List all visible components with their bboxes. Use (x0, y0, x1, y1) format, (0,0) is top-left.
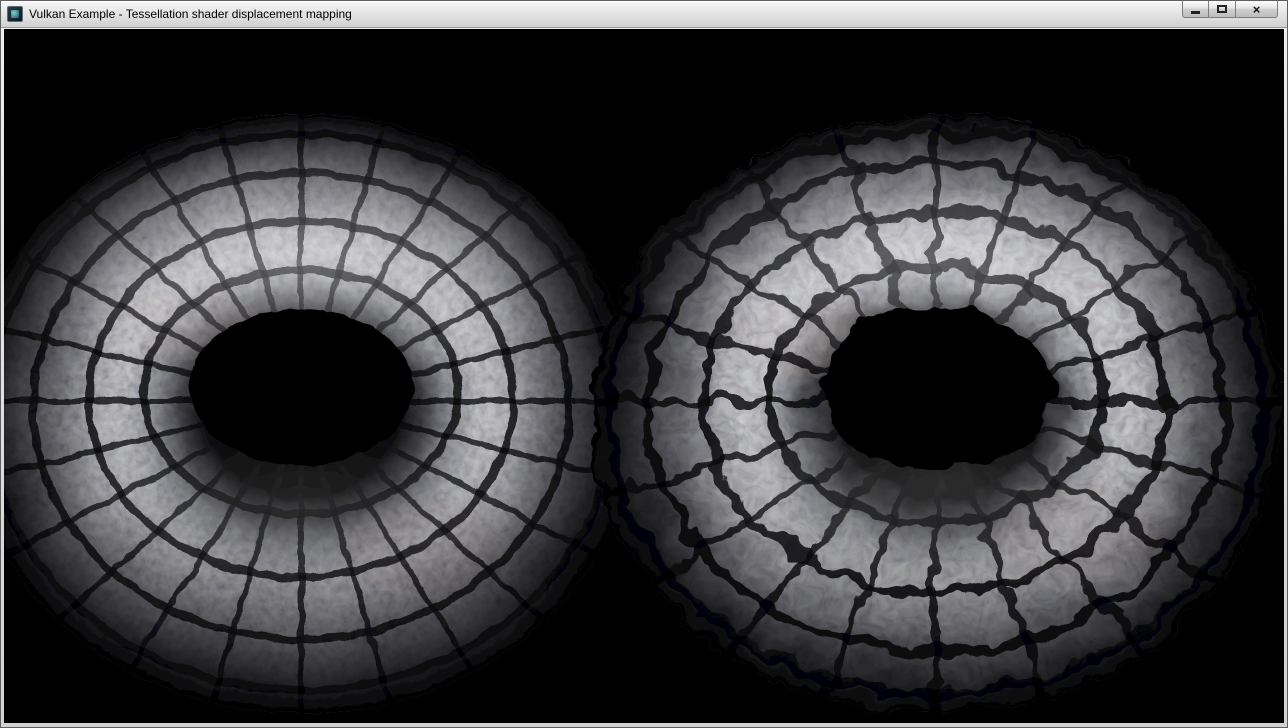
maximize-button[interactable] (1209, 1, 1236, 18)
maximize-icon (1217, 5, 1227, 13)
stone-torus-right (576, 29, 1284, 723)
render-viewport[interactable] (4, 29, 1284, 723)
title-bar[interactable]: Vulkan Example - Tessellation shader dis… (1, 1, 1287, 28)
torus-body-right (576, 29, 1284, 723)
window-title: Vulkan Example - Tessellation shader dis… (29, 7, 352, 21)
close-button[interactable]: × (1236, 1, 1278, 18)
minimize-button[interactable] (1182, 1, 1209, 18)
window-controls: × (1182, 1, 1278, 18)
torus-body-left (4, 29, 661, 723)
close-icon: × (1253, 3, 1261, 16)
minimize-icon (1191, 11, 1200, 14)
app-icon (7, 6, 23, 22)
app-window: Vulkan Example - Tessellation shader dis… (0, 0, 1288, 728)
stone-torus-left (4, 29, 661, 723)
